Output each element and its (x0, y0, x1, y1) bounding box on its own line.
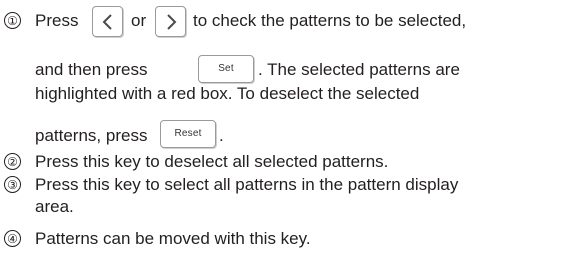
next-button[interactable] (155, 6, 186, 37)
step-2-text: Press this key to deselect all selected … (35, 152, 389, 171)
step-1-line2-after: . The selected patterns are (258, 60, 460, 79)
step-number: ④ (4, 230, 21, 247)
step-1-line4-after: . (219, 126, 224, 145)
chevron-left-icon (102, 14, 112, 30)
prev-button[interactable] (92, 6, 123, 37)
step-1-line4-before: patterns, press (35, 126, 148, 145)
reset-button[interactable]: Reset (160, 120, 216, 148)
step-3-line2: area. (35, 197, 74, 216)
step-number: ② (4, 153, 21, 170)
step-number: ① (4, 12, 21, 29)
step-number: ③ (4, 176, 21, 193)
set-button[interactable]: Set (198, 55, 254, 83)
chevron-right-icon (167, 14, 177, 30)
step-1-line3: highlighted with a red box. To deselect … (35, 84, 420, 103)
step-4-text: Patterns can be moved with this key. (35, 229, 311, 248)
step-3-line1: Press this key to select all patterns in… (35, 175, 459, 194)
step-1-press-text: Press (35, 11, 79, 30)
step-1-line2-before: and then press (35, 60, 148, 79)
step-1-rest-text: to check the patterns to be selected, (193, 11, 467, 30)
step-1-or-text: or (131, 11, 147, 30)
